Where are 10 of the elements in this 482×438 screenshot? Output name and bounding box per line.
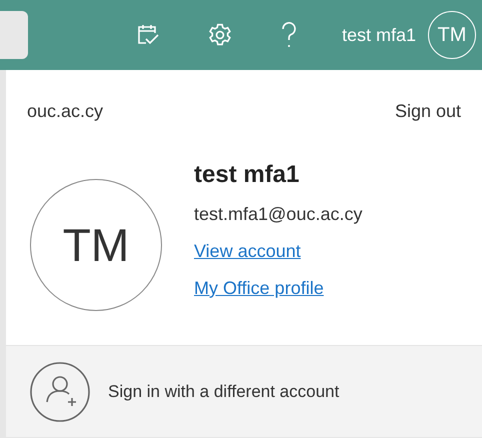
sign-out-link[interactable]: Sign out — [394, 98, 461, 125]
user-name: test mfa1 — [342, 24, 416, 46]
link[interactable]: My Office profile — [194, 275, 324, 302]
organization-name: ouc.ac.cy — [27, 100, 104, 123]
sign-in-different-account-button[interactable]: Sign in with a different account — [108, 378, 340, 404]
link[interactable]: View account — [194, 238, 301, 265]
email-address: test.mfa1@ouc.ac.cy — [194, 203, 362, 226]
avatar[interactable]: TM — [428, 11, 476, 59]
avatar: TM — [30, 179, 162, 311]
display-name: test mfa1 — [194, 161, 300, 189]
